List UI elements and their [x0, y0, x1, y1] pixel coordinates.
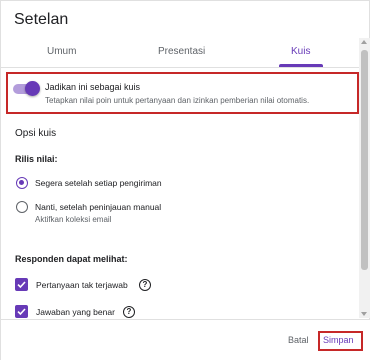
cancel-button[interactable]: Batal: [288, 335, 309, 345]
quiz-options-title: Opsi kuis: [15, 128, 57, 139]
quiz-toggle-switch[interactable]: [13, 81, 40, 96]
release-immediately-label: Segera setelah setiap pengiriman: [35, 178, 162, 188]
quiz-toggle-highlight: [6, 72, 359, 114]
missed-questions-checkbox[interactable]: [15, 278, 28, 291]
quiz-toggle-description: Tetapkan nilai poin untuk pertanyaan dan…: [45, 96, 310, 105]
release-later-label: Nanti, setelah peninjauan manual: [35, 202, 162, 212]
correct-answers-checkbox[interactable]: [15, 305, 28, 318]
scrollbar-thumb[interactable]: [361, 50, 368, 270]
release-immediately-radio[interactable]: [16, 177, 28, 189]
check-icon: [17, 308, 26, 316]
tab-quiz[interactable]: Kuis: [291, 46, 310, 57]
help-icon[interactable]: ?: [139, 279, 151, 291]
settings-dialog: Setelan Umum Presentasi Kuis Jadikan ini…: [0, 0, 370, 360]
tab-bar: Umum Presentasi Kuis: [1, 38, 359, 68]
vertical-scrollbar[interactable]: [359, 38, 370, 318]
release-grade-label: Rilis nilai:: [15, 154, 58, 164]
dialog-footer: Batal Simpan: [1, 319, 370, 360]
missed-questions-label: Pertanyaan tak terjawab: [36, 280, 128, 290]
tab-general[interactable]: Umum: [47, 46, 76, 57]
active-tab-indicator: [279, 64, 323, 67]
release-later-radio[interactable]: [16, 201, 28, 213]
toggle-thumb: [25, 81, 40, 96]
dialog-title: Setelan: [14, 11, 69, 28]
respondents-can-see-label: Responden dapat melihat:: [15, 254, 128, 264]
tab-presentation[interactable]: Presentasi: [158, 46, 205, 57]
scroll-down-arrow-icon[interactable]: [361, 312, 367, 316]
check-icon: [17, 281, 26, 289]
scroll-up-arrow-icon[interactable]: [361, 40, 367, 44]
save-button[interactable]: Simpan: [323, 335, 354, 345]
help-icon[interactable]: ?: [123, 306, 135, 318]
quiz-toggle-label: Jadikan ini sebagai kuis: [45, 82, 141, 92]
release-later-sublabel: Aktifkan koleksi email: [35, 215, 112, 224]
correct-answers-label: Jawaban yang benar: [36, 307, 115, 317]
